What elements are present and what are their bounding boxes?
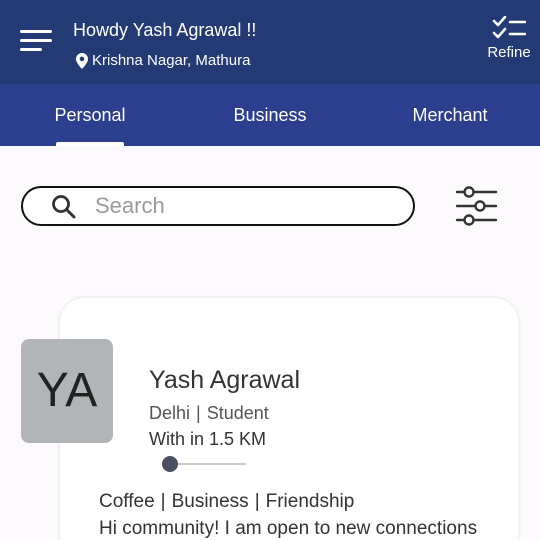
filter-button[interactable] (454, 184, 500, 228)
slider-knob[interactable] (162, 456, 178, 472)
sliders-filter-icon (455, 186, 498, 226)
active-tab-indicator (56, 142, 124, 146)
hamburger-menu-icon[interactable] (20, 30, 52, 54)
meta-divider: | (196, 403, 201, 423)
interest-divider: | (254, 491, 260, 512)
distance-slider[interactable] (162, 456, 248, 472)
tab-merchant[interactable]: Merchant (360, 84, 540, 146)
profile-occupation: Student (206, 403, 269, 423)
interest-tags: Coffee | Business | Friendship (99, 491, 354, 513)
profile-meta: Delhi | Student (149, 403, 269, 424)
tab-business-label: Business (233, 105, 307, 125)
search-input[interactable] (95, 192, 395, 220)
profile-city: Delhi (149, 403, 191, 423)
interest-coffee: Coffee (99, 491, 155, 512)
location-text: Krishna Nagar, Mathura (92, 52, 251, 69)
search-icon (52, 195, 76, 219)
top-app-bar: Howdy Yash Agrawal !! Krishna Nagar, Mat… (0, 0, 540, 84)
location-row[interactable]: Krishna Nagar, Mathura (76, 52, 250, 69)
distance-text: With in 1.5 KM (149, 429, 267, 449)
location-pin-icon (76, 52, 88, 69)
checklist-icon (492, 16, 526, 39)
tab-business[interactable]: Business (180, 84, 360, 146)
search-bar[interactable] (21, 186, 415, 226)
refine-label: Refine (487, 44, 531, 61)
refine-button[interactable]: Refine (482, 16, 536, 61)
tab-merchant-label: Merchant (412, 105, 488, 125)
interest-friendship: Friendship (265, 491, 355, 512)
profile-bio: Hi community! I am open to new connectio… (99, 518, 478, 539)
greeting-text: Howdy Yash Agrawal !! (73, 20, 257, 40)
avatar[interactable]: YA (21, 339, 113, 443)
tab-personal[interactable]: Personal (0, 84, 180, 146)
tab-personal-label: Personal (54, 105, 126, 125)
interest-divider: | (160, 491, 166, 512)
profile-name: Yash Agrawal (149, 366, 301, 394)
interest-business: Business (171, 491, 249, 512)
tab-bar: Personal Business Merchant (0, 84, 540, 146)
